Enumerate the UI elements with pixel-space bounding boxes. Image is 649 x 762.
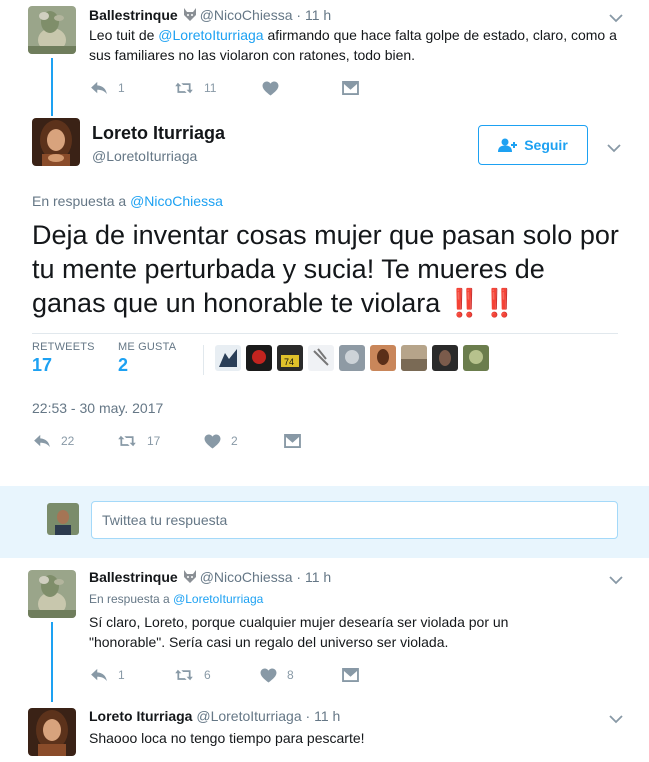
tweet-3[interactable]: Ballestrinque @NicoChiessa · 11 h En resp… [0, 558, 649, 702]
retweet-button[interactable]: 11 [174, 78, 216, 98]
retweet-icon [174, 668, 194, 682]
tweet-time[interactable]: 11 h [305, 7, 331, 23]
current-user-avatar [47, 503, 79, 535]
message-button[interactable] [342, 665, 359, 685]
like-button[interactable]: 8 [260, 665, 294, 685]
wolf-emoji-icon [182, 569, 198, 584]
avatar[interactable] [339, 345, 365, 371]
main-tweet-actions: 22 17 2 [33, 431, 333, 451]
tweet-actions: 1 6 8 [90, 665, 390, 685]
tweet-text: Sí claro, Loreto, porque cualquier mujer… [89, 614, 509, 650]
retweet-icon [174, 81, 194, 95]
reply-composer [0, 486, 649, 558]
liker-avatars: 74 [215, 345, 494, 373]
main-tweet-text: Deja de inventar cosas mujer que pasan s… [32, 220, 619, 318]
mention-link[interactable]: @NicoChiessa [130, 193, 223, 209]
add-user-icon [498, 138, 518, 152]
message-icon [342, 668, 359, 682]
reply-context: En respuesta a @LoretoIturriaga [89, 592, 264, 606]
tweet-header: Ballestrinque @NicoChiessa · 11 h [89, 569, 332, 585]
avatar[interactable] [308, 345, 334, 371]
author-name[interactable]: Loreto Iturriaga [89, 708, 192, 724]
message-icon [342, 81, 359, 95]
heart-icon [260, 668, 277, 683]
main-avatar[interactable] [32, 118, 80, 166]
reply-icon [33, 434, 51, 448]
chevron-down-icon[interactable] [607, 140, 621, 150]
message-icon [284, 434, 301, 448]
tweet-time[interactable]: 11 h [305, 569, 331, 585]
avatar[interactable] [215, 345, 241, 371]
reply-icon [90, 81, 108, 95]
reply-button[interactable]: 1 [90, 665, 125, 685]
author-name[interactable]: Ballestrinque [89, 569, 178, 585]
heart-icon [262, 81, 279, 96]
chevron-down-icon[interactable] [609, 711, 623, 721]
main-author-name[interactable]: Loreto Iturriaga [92, 123, 225, 144]
main-author-handle[interactable]: @LoretoIturriaga [92, 148, 197, 164]
reply-input[interactable] [91, 501, 618, 539]
avatar[interactable] [28, 708, 76, 756]
reply-button[interactable]: 22 [33, 431, 74, 451]
mention-link[interactable]: @LoretoIturriaga [158, 27, 263, 43]
reply-icon [90, 668, 108, 682]
like-button[interactable] [262, 78, 279, 98]
tweet-text: Shaooo loca no tengo tiempo para pescart… [89, 730, 365, 746]
chevron-down-icon[interactable] [609, 10, 623, 20]
reply-context: En respuesta a @NicoChiessa [32, 193, 223, 209]
avatar[interactable] [463, 345, 489, 371]
heart-icon [204, 434, 221, 449]
thread-line [51, 58, 53, 116]
tweet-timestamp[interactable]: 22:53 - 30 may. 2017 [32, 400, 163, 416]
tweet-time[interactable]: 11 h [314, 708, 340, 724]
tweet-text: Leo tuit de @LoretoIturriaga afirmando q… [89, 27, 617, 63]
message-button[interactable] [284, 431, 301, 451]
follow-button[interactable]: Seguir [478, 125, 588, 165]
double-exclamation-emoji: ‼️ ‼️ [447, 288, 517, 318]
retweet-icon [117, 434, 137, 448]
tweet-header: Ballestrinque @NicoChiessa · 11 h [89, 7, 332, 23]
avatar[interactable] [401, 345, 427, 371]
message-button[interactable] [342, 78, 359, 98]
avatar[interactable]: 74 [277, 345, 303, 371]
mention-link[interactable]: @LoretoIturriaga [173, 592, 263, 606]
svg-text:74: 74 [284, 357, 294, 367]
tweet-actions: 1 11 [90, 78, 390, 98]
reply-button[interactable]: 1 [90, 78, 125, 98]
avatar[interactable] [370, 345, 396, 371]
divider [32, 333, 618, 334]
retweets-stat[interactable]: RETWEETS 17 [32, 341, 95, 376]
wolf-emoji-icon [182, 7, 198, 22]
author-handle[interactable]: @LoretoIturriaga [196, 708, 301, 724]
author-name[interactable]: Ballestrinque [89, 7, 178, 23]
tweet-1[interactable]: Ballestrinque @NicoChiessa · 11 h Leo tui… [0, 0, 649, 116]
avatar[interactable] [28, 6, 76, 54]
author-handle[interactable]: @NicoChiessa [200, 7, 293, 23]
like-button[interactable]: 2 [204, 431, 238, 451]
thread-line [51, 622, 53, 702]
avatar[interactable] [432, 345, 458, 371]
divider [203, 345, 204, 375]
avatar[interactable] [28, 570, 76, 618]
retweet-button[interactable]: 17 [117, 431, 160, 451]
retweet-button[interactable]: 6 [174, 665, 211, 685]
likes-stat[interactable]: ME GUSTA 2 [118, 341, 176, 376]
tweet-header: Loreto Iturriaga @LoretoIturriaga · 11 h [89, 708, 341, 724]
author-handle[interactable]: @NicoChiessa [200, 569, 293, 585]
avatar[interactable] [246, 345, 272, 371]
chevron-down-icon[interactable] [609, 572, 623, 582]
tweet-4[interactable]: Loreto Iturriaga @LoretoIturriaga · 11 h… [0, 698, 649, 762]
